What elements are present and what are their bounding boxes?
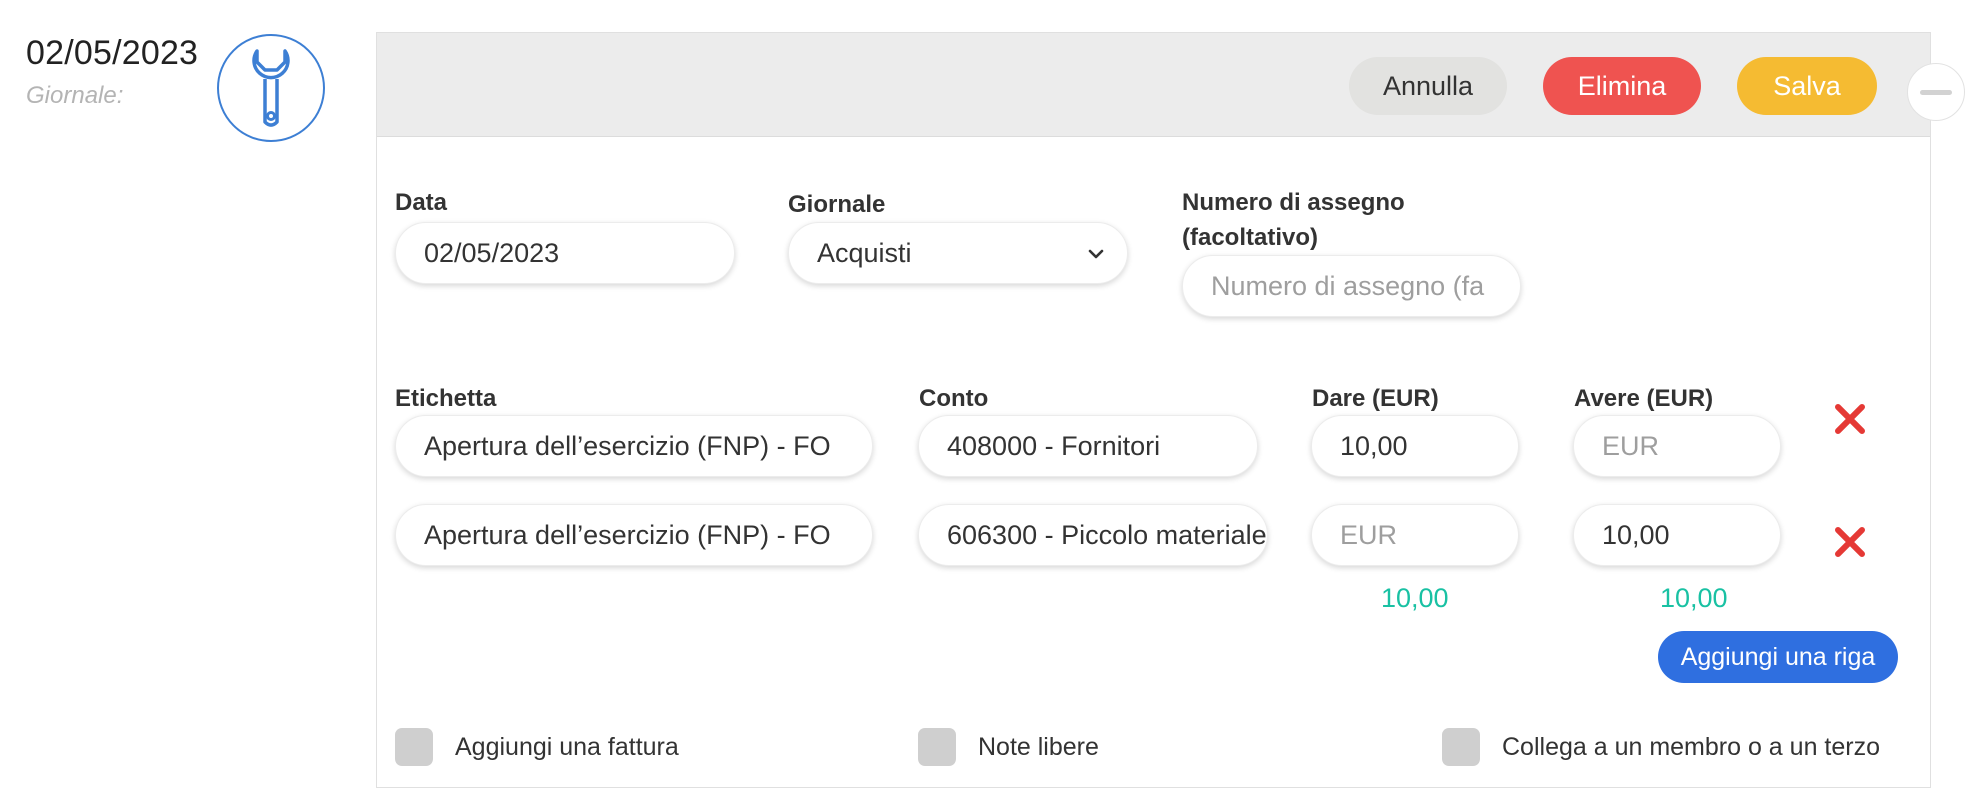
column-header-account: Conto [919,385,989,412]
line-1-debit-value: 10,00 [1340,430,1408,461]
date-input-value: 02/05/2023 [424,237,560,268]
free-notes-checkbox[interactable] [918,728,956,766]
date-label: Data [395,189,448,216]
column-header-debit: Dare (EUR) [1312,385,1439,412]
check-number-label-line1: Numero di assegno [1182,189,1405,216]
line-2-remove-close-icon[interactable] [1833,525,1867,559]
wrench-icon [252,49,290,127]
line-2-credit-input[interactable]: 10,00 [1573,504,1781,566]
add-invoice-option[interactable]: Aggiungi una fattura [395,728,679,766]
line-1-label-value: Apertura dell’esercizio (FNP) - FO [424,430,831,461]
entry-date: 02/05/2023 [26,34,199,72]
cancel-button[interactable]: Annulla [1349,57,1507,115]
line-1-label-input[interactable]: Apertura dell’esercizio (FNP) - FO [395,415,873,477]
line-1-account-input[interactable]: 408000 - Fornitori [918,415,1258,477]
journal-label: Giornale [788,191,886,218]
check-number-label-line2: (facoltativo) [1182,224,1319,251]
line-2-label-input[interactable]: Apertura dell’esercizio (FNP) - FO [395,504,873,566]
check-number-label: Numero di assegno (facoltativo) [1182,185,1405,255]
card-header: Annulla Elimina Salva [377,33,1930,137]
line-1-debit-input[interactable]: 10,00 [1311,415,1519,477]
check-number-placeholder: Numero di assegno (fa [1211,270,1485,301]
journal-select-value: Acquisti [817,237,912,268]
collapse-button[interactable] [1907,63,1965,121]
line-2-account-input[interactable]: 606300 - Piccolo materiale [918,504,1268,566]
line-1-remove-close-icon[interactable] [1833,402,1867,436]
column-header-credit: Avere (EUR) [1574,385,1714,412]
save-button[interactable]: Salva [1737,57,1877,115]
link-member-checkbox[interactable] [1442,728,1480,766]
entry-editor-card: Annulla Elimina Salva Data 02/05/2023 Gi… [376,32,1965,788]
line-2-label-value: Apertura dell’esercizio (FNP) - FO [424,519,831,550]
add-invoice-checkbox[interactable] [395,728,433,766]
delete-button[interactable]: Elimina [1543,57,1701,115]
total-credit: 10,00 [1660,583,1728,613]
free-notes-option[interactable]: Note libere [918,728,1099,766]
line-2-credit-value: 10,00 [1602,519,1670,550]
chevron-down-icon [1088,249,1104,259]
entry-type-badge [217,34,325,142]
add-invoice-label: Aggiungi una fattura [455,732,679,761]
link-member-option[interactable]: Collega a un membro o a un terzo [1442,728,1880,766]
line-2-debit-input[interactable]: EUR [1311,504,1519,566]
line-1-credit-input[interactable]: EUR [1573,415,1781,477]
link-member-label: Collega a un membro o a un terzo [1502,732,1880,761]
add-row-button[interactable]: Aggiungi una riga [1658,631,1898,683]
journal-select[interactable]: Acquisti [788,222,1128,284]
line-1-account-value: 408000 - Fornitori [947,430,1161,461]
date-input[interactable]: 02/05/2023 [395,222,735,284]
line-2-debit-placeholder: EUR [1340,519,1398,550]
total-debit: 10,00 [1381,583,1449,613]
column-header-label: Etichetta [395,385,497,412]
check-number-input[interactable]: Numero di assegno (fa [1182,255,1521,317]
free-notes-label: Note libere [978,732,1099,761]
line-2-account-value: 606300 - Piccolo materiale [947,519,1267,550]
line-1-credit-placeholder: EUR [1602,430,1660,461]
minus-icon [1920,89,1952,95]
entry-journal-label: Giornale: [26,82,124,109]
